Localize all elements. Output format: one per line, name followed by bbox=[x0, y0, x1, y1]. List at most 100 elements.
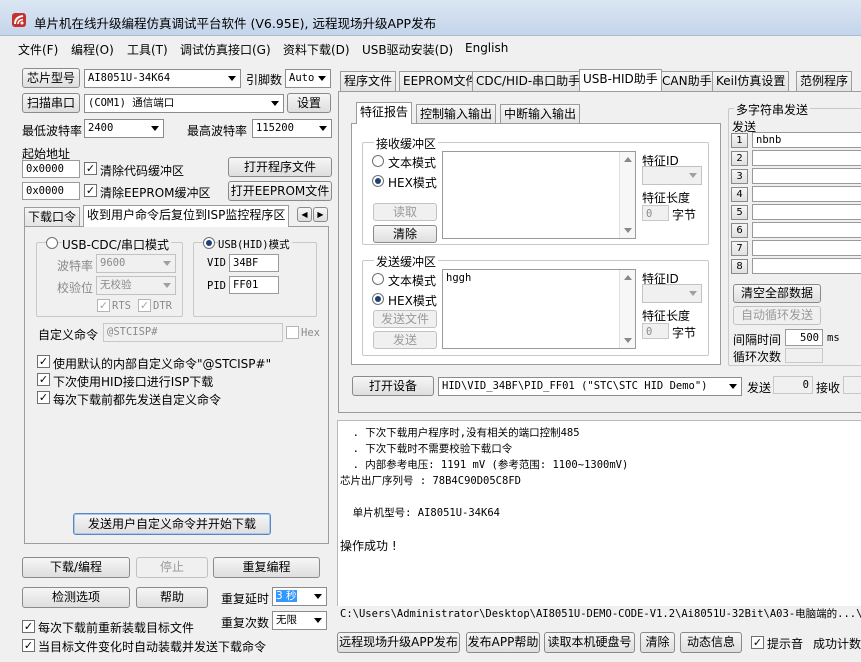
open-device-button[interactable]: 打开设备 bbox=[352, 376, 434, 396]
stop-button[interactable]: 停止 bbox=[136, 557, 208, 578]
row-send-button-5[interactable]: 5 bbox=[731, 205, 748, 220]
vid-input[interactable]: 34BF bbox=[229, 254, 279, 272]
send-file-button[interactable]: 发送文件 bbox=[373, 310, 437, 328]
row-input-3[interactable] bbox=[752, 168, 861, 184]
chip-model-select[interactable]: AI8051U-34K64 bbox=[84, 69, 241, 88]
receive-buffer-textarea[interactable] bbox=[442, 151, 636, 239]
recv-feature-id-select[interactable] bbox=[642, 166, 702, 185]
auto-load-checkbox[interactable]: ✓ bbox=[22, 639, 35, 652]
scroll-left-icon[interactable]: ◀ bbox=[297, 207, 312, 222]
row-send-button-3[interactable]: 3 bbox=[731, 169, 748, 184]
menu-english[interactable]: English bbox=[465, 41, 508, 55]
row-input-7[interactable] bbox=[752, 240, 861, 256]
settings-button[interactable]: 设置 bbox=[287, 93, 331, 113]
read-button[interactable]: 读取 bbox=[373, 203, 437, 221]
tab-cdc-hid-serial[interactable]: CDC/HID-串口助手 bbox=[472, 71, 585, 91]
prompt-sound-checkbox[interactable]: ✓ bbox=[751, 636, 764, 649]
clear-eeprom-checkbox[interactable]: ✓ bbox=[84, 184, 97, 197]
row-input-4[interactable] bbox=[752, 186, 861, 202]
download-program-button[interactable]: 下载/编程 bbox=[22, 557, 130, 578]
repeat-delay-select[interactable]: 3 秒 bbox=[272, 587, 327, 606]
publish-app-button[interactable]: 远程现场升级APP发布 bbox=[337, 632, 460, 653]
tab-control-io[interactable]: 控制输入输出 bbox=[416, 104, 497, 124]
row-input-6[interactable] bbox=[752, 222, 861, 238]
tab-examples[interactable]: 范例程序 bbox=[796, 71, 853, 91]
dtr-checkbox[interactable]: ✓ bbox=[138, 299, 151, 312]
row-send-button-2[interactable]: 2 bbox=[731, 151, 748, 166]
menu-program[interactable]: 编程(O) bbox=[71, 41, 114, 58]
open-eeprom-file-button[interactable]: 打开EEPROM文件 bbox=[228, 181, 332, 201]
chip-model-button[interactable]: 芯片型号 bbox=[22, 68, 80, 88]
scan-port-button[interactable]: 扫描串口 bbox=[22, 93, 80, 113]
eeprom-address-input[interactable]: 0x0000 bbox=[22, 182, 80, 200]
tab-scroll-arrows[interactable]: ◀ ▶ bbox=[297, 207, 329, 222]
hid-isp-checkbox[interactable]: ✓ bbox=[37, 373, 50, 386]
clear-log-button[interactable]: 清除 bbox=[640, 632, 675, 653]
scroll-right-icon[interactable]: ▶ bbox=[313, 207, 328, 222]
repeat-count-select[interactable]: 无限 bbox=[272, 611, 327, 630]
tab-interrupt-io[interactable]: 中断输入输出 bbox=[500, 104, 581, 124]
menu-usb-driver[interactable]: USB驱动安装(D) bbox=[362, 41, 453, 58]
rts-checkbox[interactable]: ✓ bbox=[97, 299, 110, 312]
row-input-8[interactable] bbox=[752, 258, 861, 274]
send-hex-mode-radio[interactable] bbox=[372, 293, 384, 305]
hex-checkbox[interactable] bbox=[286, 326, 299, 339]
recv-feature-length-input[interactable]: 0 bbox=[642, 205, 669, 221]
row-send-button-7[interactable]: 7 bbox=[731, 241, 748, 256]
repeat-program-button[interactable]: 重复编程 bbox=[213, 557, 320, 578]
tab-usb-hid-helper[interactable]: USB-HID助手 bbox=[579, 69, 662, 91]
clear-code-checkbox[interactable]: ✓ bbox=[84, 162, 97, 175]
read-disk-serial-button[interactable]: 读取本机硬盘号 bbox=[544, 632, 635, 653]
recv-hex-mode-radio[interactable] bbox=[372, 175, 384, 187]
min-baud-select[interactable]: 2400 bbox=[84, 119, 164, 138]
max-baud-select[interactable]: 115200 bbox=[252, 119, 332, 138]
tab-keil-sim[interactable]: Keil仿真设置 bbox=[712, 71, 790, 91]
tab-program-file[interactable]: 程序文件 bbox=[340, 71, 397, 91]
usb-cdc-radio[interactable] bbox=[46, 237, 58, 249]
code-address-input[interactable]: 0x0000 bbox=[22, 160, 80, 178]
row-send-button-8[interactable]: 8 bbox=[731, 259, 748, 274]
send-scrollbar[interactable] bbox=[619, 270, 635, 348]
auto-loop-send-button[interactable]: 自动循环发送 bbox=[733, 306, 821, 325]
interval-input[interactable]: 500 bbox=[785, 329, 823, 346]
tab-eeprom-file[interactable]: EEPROM文件 bbox=[399, 71, 482, 91]
output-log[interactable]: . 下次下载用户程序时,没有相关的端口控制485 . 下次下载时不需要校验下载口… bbox=[337, 420, 861, 606]
row-send-button-4[interactable]: 4 bbox=[731, 187, 748, 202]
default-command-checkbox[interactable]: ✓ bbox=[37, 355, 50, 368]
tab-feature-report[interactable]: 特征报告 bbox=[356, 102, 413, 124]
tab-can-helper[interactable]: CAN助手 bbox=[658, 71, 716, 91]
send-feature-id-select[interactable] bbox=[642, 284, 702, 303]
baud-select[interactable]: 9600 bbox=[96, 254, 176, 273]
detect-options-button[interactable]: 检测选项 bbox=[22, 587, 130, 608]
send-feature-length-input[interactable]: 0 bbox=[642, 323, 669, 339]
menu-download[interactable]: 资料下载(D) bbox=[283, 41, 350, 58]
send-custom-command-button[interactable]: 发送用户自定义命令并开始下载 bbox=[73, 513, 271, 535]
parity-select[interactable]: 无校验 bbox=[96, 276, 176, 295]
menu-debug[interactable]: 调试仿真接口(G) bbox=[180, 41, 271, 58]
pid-input[interactable]: FF01 bbox=[229, 276, 279, 294]
publish-app-help-button[interactable]: 发布APP帮助 bbox=[466, 632, 540, 653]
pins-select[interactable]: Auto bbox=[285, 69, 331, 88]
send-button[interactable]: 发送 bbox=[373, 331, 437, 349]
reload-target-checkbox[interactable]: ✓ bbox=[22, 620, 35, 633]
clear-receive-button[interactable]: 清除 bbox=[373, 225, 437, 243]
menu-file[interactable]: 文件(F) bbox=[18, 41, 58, 58]
device-select[interactable]: HID\VID_34BF\PID_FF01 ("STC\STC HID Demo… bbox=[438, 377, 742, 396]
row-send-button-1[interactable]: 1 bbox=[731, 133, 748, 148]
recv-text-mode-radio[interactable] bbox=[372, 155, 384, 167]
send-buffer-textarea[interactable]: hggh bbox=[442, 269, 636, 349]
usb-hid-radio[interactable] bbox=[203, 237, 215, 249]
menu-tools[interactable]: 工具(T) bbox=[127, 41, 168, 58]
row-send-button-6[interactable]: 6 bbox=[731, 223, 748, 238]
open-program-file-button[interactable]: 打开程序文件 bbox=[228, 157, 332, 177]
row-input-5[interactable] bbox=[752, 204, 861, 220]
custom-command-input[interactable]: @STCISP# bbox=[103, 323, 283, 342]
port-select[interactable]: (COM1) 通信端口 bbox=[84, 94, 284, 113]
row-input-2[interactable] bbox=[752, 150, 861, 166]
loop-count-input[interactable] bbox=[785, 348, 823, 363]
clear-all-data-button[interactable]: 清空全部数据 bbox=[733, 284, 821, 303]
help-button[interactable]: 帮助 bbox=[136, 587, 208, 608]
send-text-mode-radio[interactable] bbox=[372, 273, 384, 285]
receive-scrollbar[interactable] bbox=[619, 152, 635, 238]
tab-download-password[interactable]: 下载口令 bbox=[24, 207, 81, 227]
